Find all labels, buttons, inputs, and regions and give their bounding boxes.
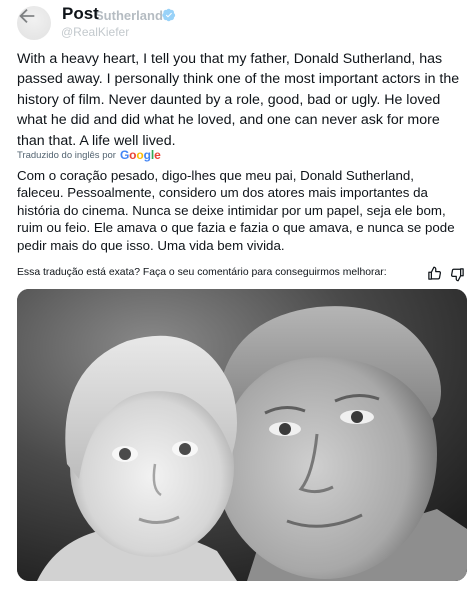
post-header: Sutherland @RealKiefer Post bbox=[0, 0, 470, 40]
translation-feedback: Essa tradução está exata? Faça o seu com… bbox=[17, 266, 465, 282]
author-handle[interactable]: @RealKiefer bbox=[61, 25, 129, 39]
google-logo: Google bbox=[119, 148, 161, 162]
page-title: Post bbox=[62, 4, 99, 23]
verified-badge-icon bbox=[162, 8, 176, 22]
translated-label: Traduzido do inglês por bbox=[17, 149, 116, 161]
feedback-prompt: Essa tradução está exata? Faça o seu com… bbox=[17, 267, 387, 278]
father-and-son-photo bbox=[17, 289, 467, 581]
avatar[interactable] bbox=[17, 6, 51, 40]
post-photo[interactable] bbox=[17, 289, 467, 581]
post-text: With a heavy heart, I tell you that my f… bbox=[17, 51, 460, 149]
translated-text: Com o coração pesado, digo-lhes que meu … bbox=[17, 168, 455, 253]
translation-attribution[interactable]: Traduzido do inglês por Google bbox=[17, 148, 161, 162]
thumbs-down-icon[interactable] bbox=[450, 267, 465, 282]
thumbs-up-icon[interactable] bbox=[427, 266, 442, 281]
author-name[interactable]: Sutherland bbox=[95, 8, 163, 23]
